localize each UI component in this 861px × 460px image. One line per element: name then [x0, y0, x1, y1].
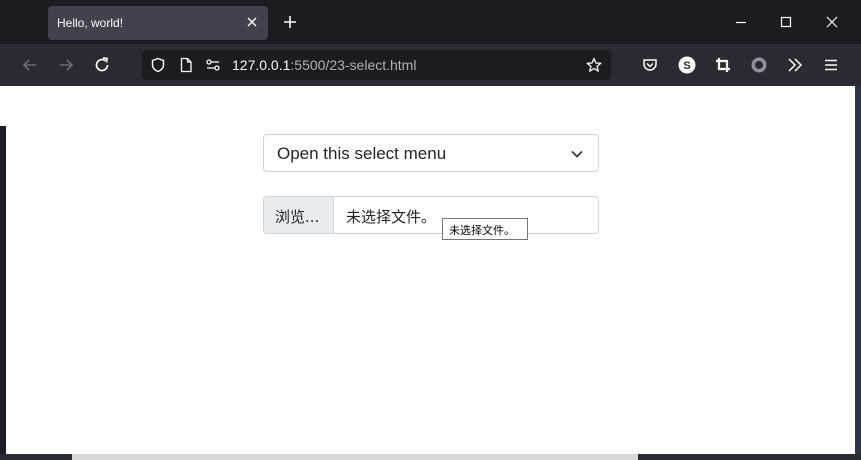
- hamburger-menu-icon[interactable]: [821, 55, 841, 75]
- desktop-edge-right: [855, 86, 861, 454]
- shield-icon[interactable]: [150, 57, 166, 73]
- browse-button[interactable]: 浏览...: [264, 197, 334, 233]
- close-icon[interactable]: [822, 12, 842, 32]
- minimize-icon[interactable]: [731, 12, 751, 32]
- select-selected-value: Open this select menu: [277, 144, 447, 163]
- permissions-icon[interactable]: [205, 57, 221, 73]
- svg-text:S: S: [683, 60, 690, 72]
- arrow-left-icon[interactable]: [20, 55, 40, 75]
- browser-window: Hello, world! 127.0.0.1:5500/23-select.h…: [0, 0, 861, 460]
- file-input[interactable]: 浏览... 未选择文件。: [263, 196, 599, 234]
- page-icon[interactable]: [178, 57, 194, 73]
- page-content: Open this select menu 浏览... 未选择文件。 未选择文件…: [6, 86, 855, 454]
- tooltip: 未选择文件。: [442, 218, 528, 240]
- arrow-right-icon[interactable]: [56, 55, 76, 75]
- browse-button-label: 浏览...: [275, 208, 320, 226]
- select-menu[interactable]: Open this select menu: [263, 134, 599, 172]
- url-text[interactable]: 127.0.0.1:5500/23-select.html: [232, 57, 416, 73]
- desktop-edge-bottom: [0, 454, 861, 460]
- star-icon[interactable]: [586, 57, 602, 73]
- record-icon[interactable]: [749, 55, 769, 75]
- crop-icon[interactable]: [713, 55, 733, 75]
- file-status-text: 未选择文件。: [346, 208, 437, 226]
- url-bar[interactable]: 127.0.0.1:5500/23-select.html: [142, 50, 611, 80]
- reload-icon[interactable]: [92, 55, 112, 75]
- close-icon[interactable]: [244, 14, 260, 30]
- chevron-down-icon: [570, 147, 584, 161]
- navigation-bar: 127.0.0.1:5500/23-select.html S: [0, 44, 861, 86]
- url-host: 127.0.0.1: [232, 57, 291, 73]
- plus-icon[interactable]: [280, 12, 300, 32]
- extension-s-icon[interactable]: S: [677, 55, 697, 75]
- pocket-icon[interactable]: [640, 55, 660, 75]
- tab-strip: Hello, world!: [0, 0, 861, 44]
- maximize-icon[interactable]: [776, 12, 796, 32]
- tab-hello-world[interactable]: Hello, world!: [48, 6, 268, 40]
- url-path: :5500/23-select.html: [290, 57, 417, 73]
- chevron-double-right-icon[interactable]: [785, 55, 805, 75]
- tab-title: Hello, world!: [57, 16, 124, 30]
